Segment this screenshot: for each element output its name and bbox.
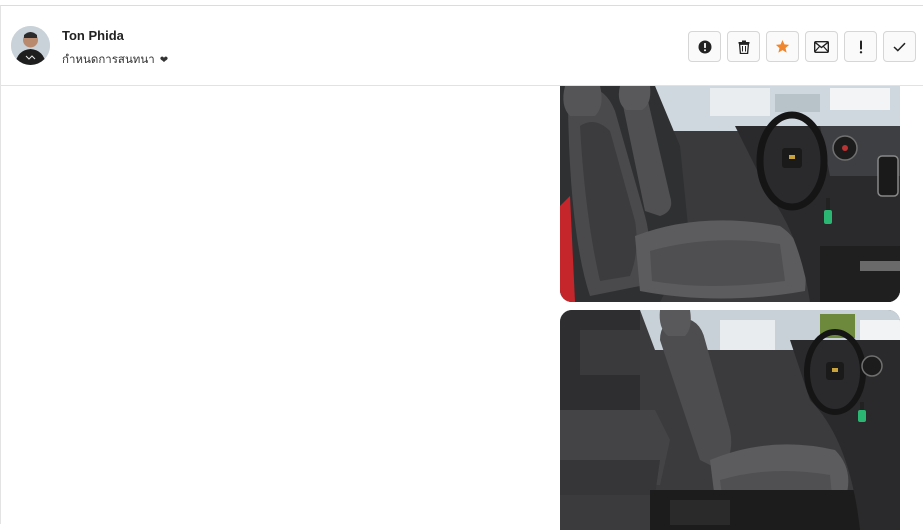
check-icon bbox=[893, 42, 906, 52]
conversation-status-label: กำหนดการสนทนา bbox=[62, 54, 155, 66]
conversation-status-dropdown[interactable]: กำหนดการสนทนา ❤ bbox=[62, 51, 168, 69]
message-list[interactable] bbox=[1, 86, 923, 530]
contact-name[interactable]: Ton Phida bbox=[62, 28, 124, 43]
delete-button[interactable] bbox=[727, 31, 760, 62]
star-icon bbox=[775, 39, 790, 53]
exclamation-icon bbox=[859, 40, 862, 53]
conversation-panel: Ton Phida กำหนดการสนทนา ❤ bbox=[0, 5, 923, 530]
conversation-header: Ton Phida กำหนดการสนทนา ❤ bbox=[1, 6, 923, 86]
car-interior-photo bbox=[560, 86, 900, 302]
car-interior-photo bbox=[560, 310, 900, 530]
heart-icon: ❤ bbox=[159, 54, 169, 66]
mail-button[interactable] bbox=[805, 31, 838, 62]
done-button[interactable] bbox=[883, 31, 916, 62]
exclamation-circle-icon bbox=[698, 40, 711, 53]
important-button[interactable] bbox=[844, 31, 877, 62]
trash-icon bbox=[738, 40, 749, 54]
star-button[interactable] bbox=[766, 31, 799, 62]
envelope-icon bbox=[814, 40, 829, 53]
avatar[interactable] bbox=[11, 26, 50, 65]
message-image[interactable] bbox=[560, 310, 900, 530]
action-toolbar bbox=[688, 31, 916, 62]
report-button[interactable] bbox=[688, 31, 721, 62]
message-image[interactable] bbox=[560, 86, 900, 302]
